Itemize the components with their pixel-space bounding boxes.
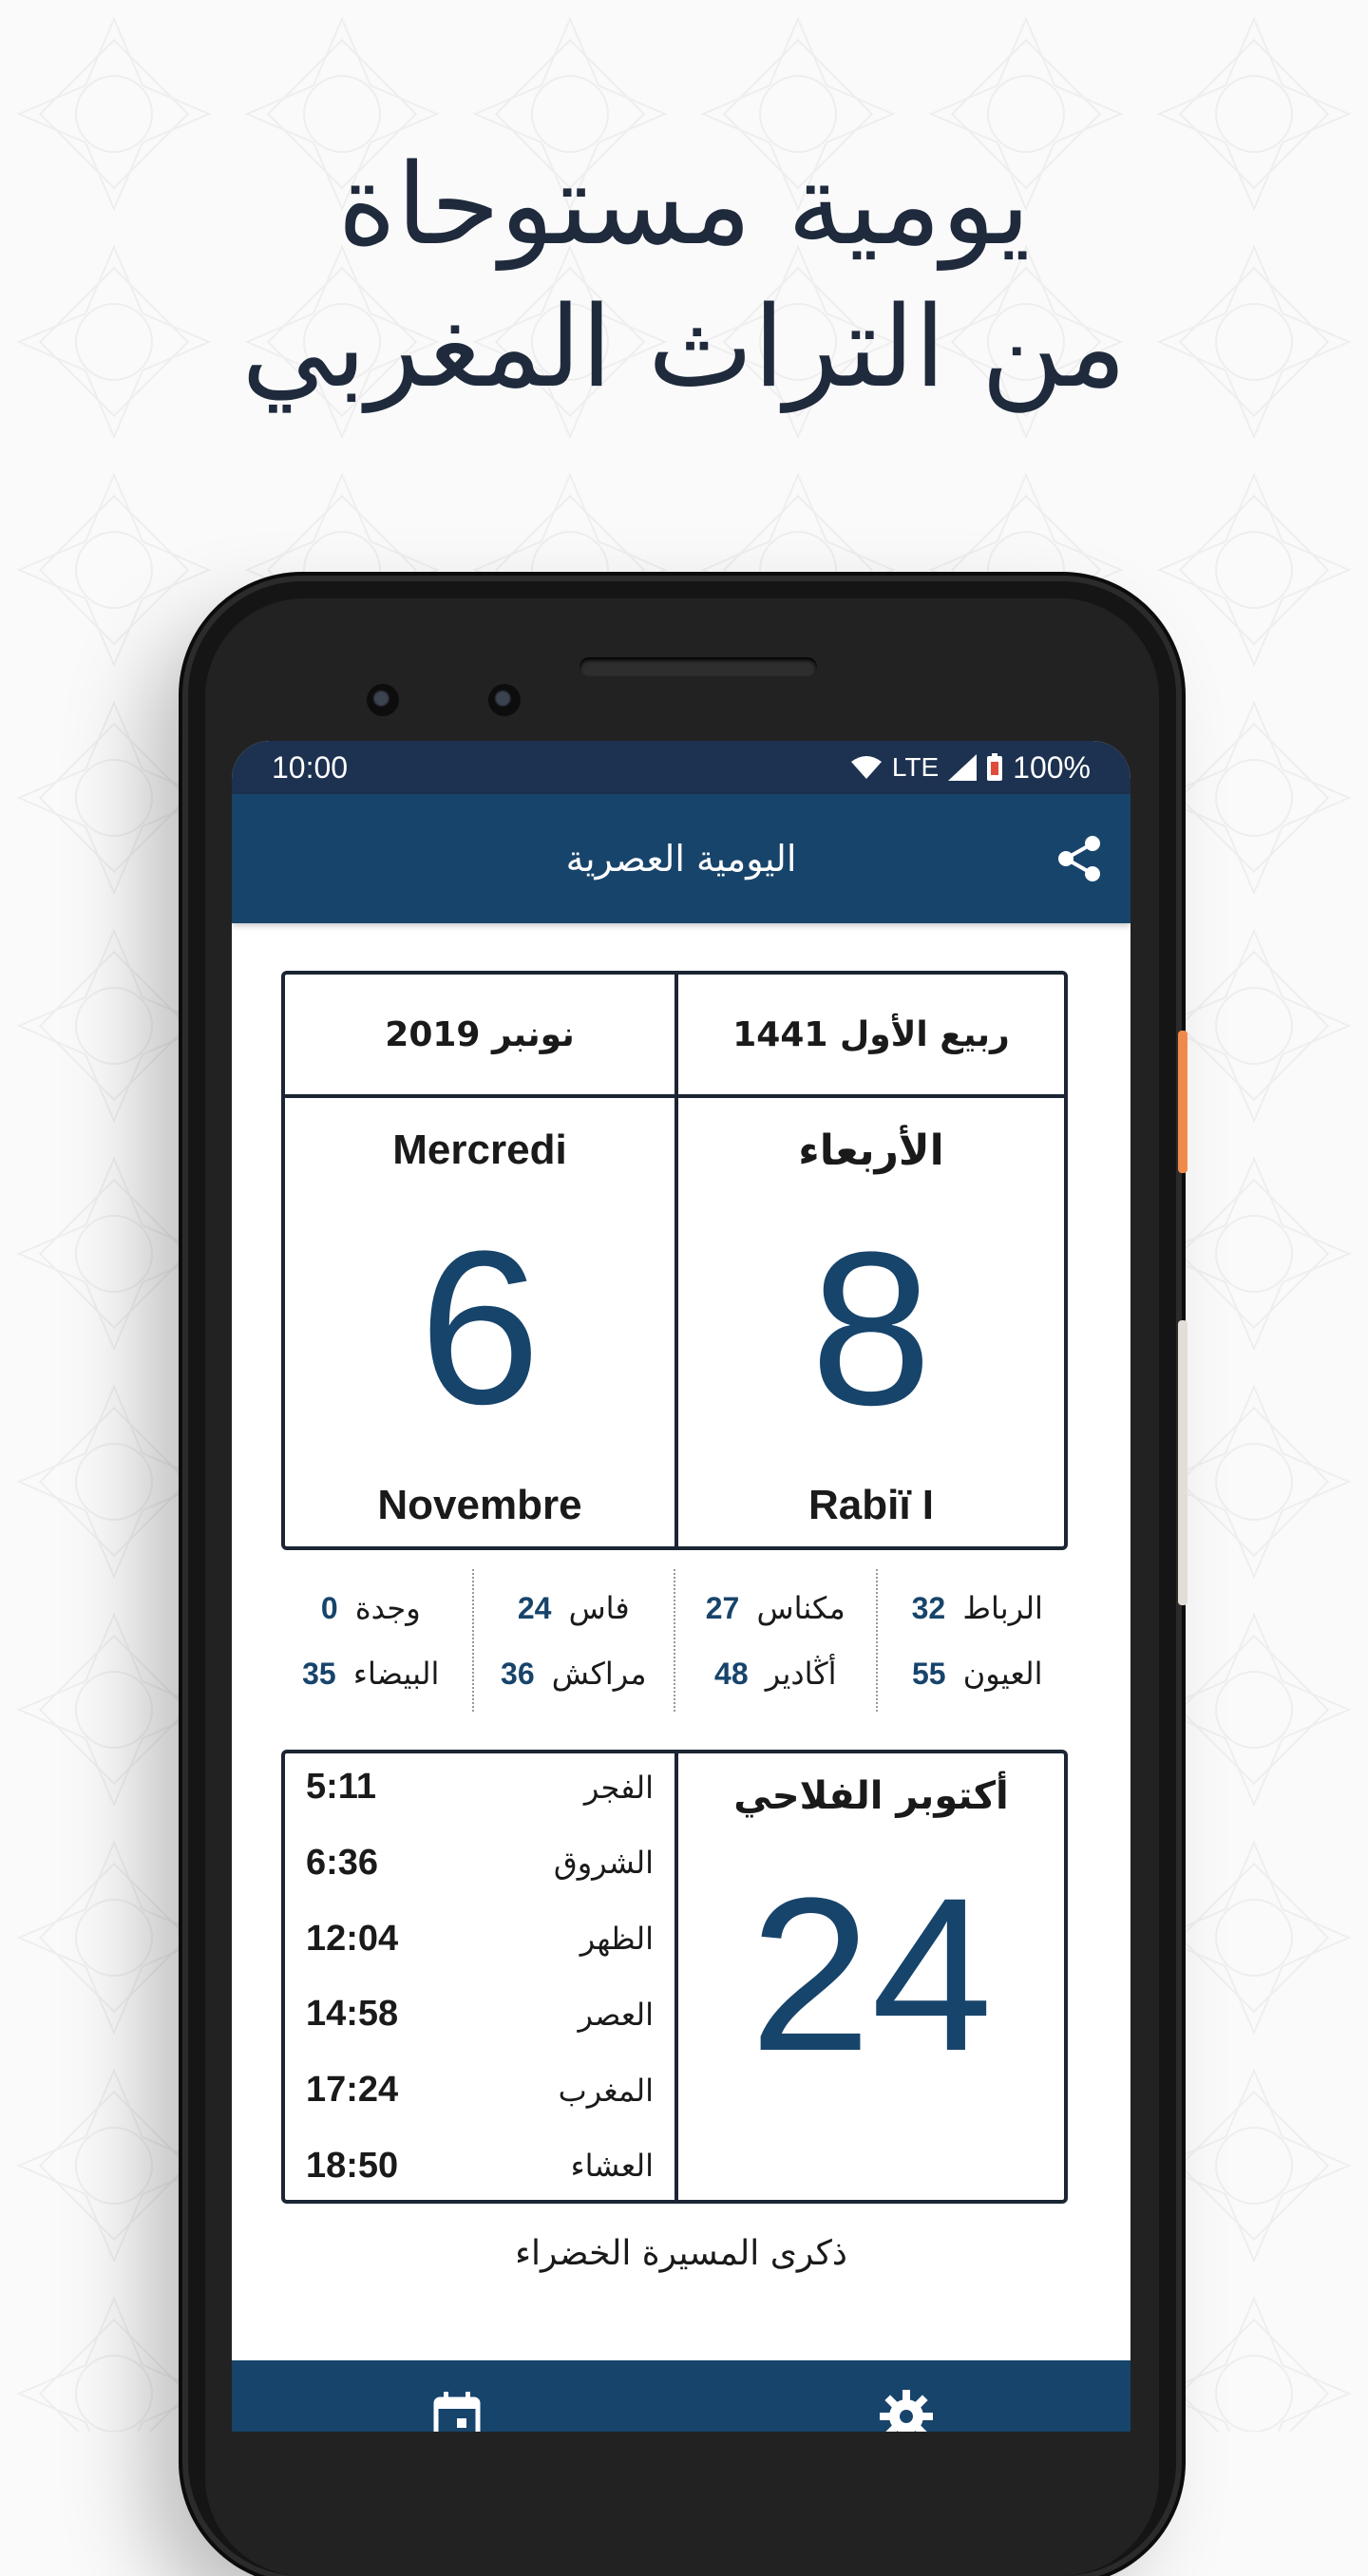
prayer-times-list: 5:11 الفجر 6:36 الشروق 12:04 الظهر 14:58 الع…	[285, 1753, 674, 2200]
city-column: الرباط 32 العيون 55	[875, 1569, 1078, 1712]
city-column: فاس 24 مراكش 36	[471, 1569, 674, 1712]
share-icon[interactable]	[1053, 832, 1106, 885]
prayer-row: 17:24 المغرب	[306, 2070, 654, 2111]
agricultural-day-panel: أكتوبر الفلاحي 24	[674, 1753, 1064, 2200]
headline-line-1: يومية مستوحاة	[337, 139, 1031, 270]
city-value: 55	[911, 1656, 946, 1691]
city-entry: أڭادير 48	[714, 1656, 836, 1692]
hijri-month-year-text: ربيع الأول 1441	[732, 1014, 1010, 1054]
agricultural-month-title: أكتوبر الفلاحي	[733, 1774, 1009, 1818]
city-name: البيضاء	[352, 1655, 440, 1692]
city-name: مراكش	[551, 1655, 647, 1692]
city-column: وجدة 0 البيضاء 35	[270, 1569, 472, 1712]
city-name: أڭادير	[765, 1655, 837, 1692]
city-column: مكناس 27 أڭادير 48	[674, 1569, 876, 1712]
date-card: نونبر 2019 ربيع الأول 1441 Mercredi 6 No…	[281, 971, 1068, 1550]
city-name: وجدة	[354, 1589, 421, 1626]
agricultural-day-number: 24	[750, 1852, 993, 2096]
day-name-fr: Mercredi	[392, 1127, 567, 1173]
city-value: 27	[705, 1590, 740, 1625]
status-bar: 10:00 LTE 100%	[232, 741, 1130, 794]
city-value: 35	[302, 1656, 336, 1691]
status-indicators: LTE 100%	[850, 750, 1091, 786]
city-entry: فاس 24	[518, 1590, 630, 1626]
front-camera-icon	[367, 684, 399, 716]
prayer-name: المغرب	[558, 2072, 654, 2109]
wifi-icon	[850, 756, 882, 779]
calendar-icon[interactable]	[428, 2388, 485, 2432]
city-value: 32	[911, 1590, 946, 1625]
signal-icon	[948, 754, 978, 781]
bottom-nav	[232, 2360, 1130, 2432]
prayer-name: العصر	[578, 1996, 654, 2033]
gregorian-month-year: نونبر 2019	[285, 975, 674, 1098]
city-entry: الرباط 32	[912, 1590, 1043, 1626]
status-time: 10:00	[272, 749, 349, 785]
prayer-name: الشروق	[553, 1845, 654, 1882]
app-screen: 10:00 LTE 100% اليومية العصرية نونبر 201…	[232, 741, 1130, 2432]
hijri-month-latin: Rabiï I	[808, 1482, 935, 1528]
hijri-day-number: 8	[810, 1205, 932, 1450]
prayer-name: العشاء	[570, 2148, 654, 2185]
prayer-name: الفجر	[583, 1769, 654, 1806]
headline-line-2: من التراث المغربي	[241, 281, 1127, 412]
prayer-time: 5:11	[306, 1767, 376, 1807]
prayer-time: 6:36	[306, 1842, 379, 1883]
city-entry: مكناس 27	[706, 1590, 846, 1626]
city-entry: مراكش 36	[501, 1656, 646, 1692]
network-label: LTE	[891, 752, 940, 782]
prayer-time: 18:50	[306, 2145, 399, 2186]
prayer-time: 17:24	[306, 2070, 399, 2111]
battery-icon	[987, 753, 1003, 781]
city-value: 0	[320, 1590, 338, 1625]
city-value: 36	[501, 1656, 535, 1691]
gregorian-day-number: 6	[419, 1205, 541, 1449]
prayer-card: 5:11 الفجر 6:36 الشروق 12:04 الظهر 14:58 الع…	[281, 1750, 1068, 2204]
city-offsets: الرباط 32 العيون 55 مكناس 27 أڭادير 48 ف…	[270, 1569, 1077, 1712]
city-value: 24	[517, 1590, 552, 1625]
event-caption: ذكرى المسيرة الخضراء	[515, 2234, 847, 2273]
city-name: الرباط	[962, 1589, 1043, 1626]
prayer-row: 12:04 الظهر	[306, 1919, 654, 1960]
app-bar: اليومية العصرية	[232, 794, 1130, 923]
city-entry: العيون 55	[912, 1656, 1043, 1692]
prayer-time: 12:04	[306, 1918, 399, 1959]
gregorian-month-fr: Novembre	[377, 1482, 582, 1528]
prayer-row: 5:11 الفجر	[306, 1767, 654, 1808]
hijri-month-year: ربيع الأول 1441	[674, 975, 1064, 1098]
app-title: اليومية العصرية	[565, 838, 797, 880]
prayer-time: 14:58	[306, 1994, 399, 2035]
prayer-row: 14:58 العصر	[306, 1994, 654, 2035]
prayer-row: 6:36 الشروق	[306, 1843, 654, 1884]
city-entry: وجدة 0	[321, 1590, 421, 1626]
city-entry: البيضاء 35	[302, 1656, 439, 1692]
volume-button	[1178, 1320, 1188, 1605]
city-name: مكناس	[756, 1589, 846, 1626]
promo-headline: يومية مستوحاة من التراث المغربي	[0, 133, 1368, 418]
battery-percent: 100%	[1013, 749, 1091, 785]
settings-icon[interactable]	[878, 2388, 935, 2432]
city-name: فاس	[568, 1589, 630, 1626]
front-sensor-icon	[488, 684, 521, 716]
power-button	[1178, 1031, 1188, 1173]
gregorian-month-year-text: نونبر 2019	[385, 1014, 575, 1054]
hijri-day-panel: الأربعاء 8 Rabiï I	[674, 1098, 1064, 1546]
earpiece-speaker	[580, 657, 817, 676]
gregorian-day-panel: Mercredi 6 Novembre	[285, 1098, 674, 1546]
prayer-name: الظهر	[580, 1921, 654, 1958]
city-value: 48	[714, 1656, 749, 1691]
day-name-ar: الأربعاء	[798, 1127, 944, 1175]
prayer-row: 18:50 العشاء	[306, 2146, 654, 2187]
city-name: العيون	[962, 1655, 1043, 1692]
